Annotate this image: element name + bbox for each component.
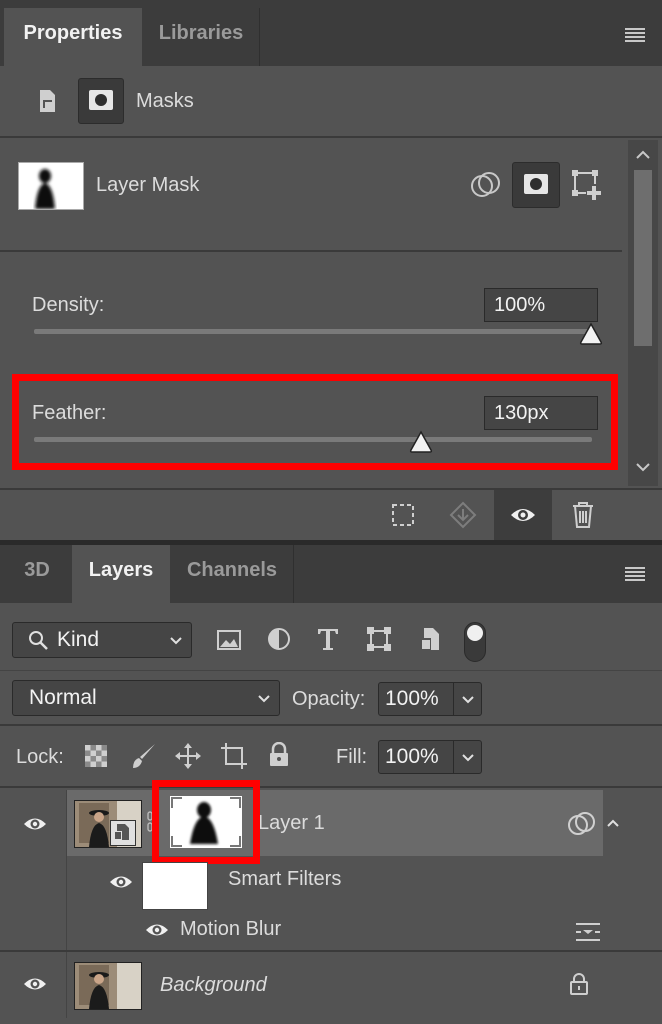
visibility-cell bbox=[0, 790, 67, 856]
opacity-value: 100% bbox=[385, 687, 439, 710]
smart-filter-options-icon[interactable] bbox=[566, 810, 598, 838]
fill-value: 100% bbox=[385, 745, 439, 768]
adjustment-filter-icon[interactable] bbox=[266, 626, 292, 652]
chevron-down-icon bbox=[169, 636, 183, 646]
lock-icon bbox=[568, 972, 590, 996]
pixel-mask-button[interactable] bbox=[512, 162, 560, 208]
load-selection-icon[interactable] bbox=[390, 502, 416, 528]
pixel-mask-icon[interactable] bbox=[36, 88, 60, 114]
smart-filter-mask-thumbnail[interactable] bbox=[142, 862, 208, 910]
layer-mask-row: Layer Mask bbox=[0, 138, 622, 252]
mask-thumbnail bbox=[18, 162, 84, 210]
properties-scrollbar[interactable] bbox=[628, 140, 658, 486]
layer-name[interactable]: Layer 1 bbox=[258, 812, 325, 835]
layer-row-motion-blur[interactable]: Motion Blur bbox=[0, 906, 662, 950]
panel-menu-icon[interactable] bbox=[622, 26, 648, 44]
density-label: Density: bbox=[32, 294, 105, 316]
layer-mask-icon[interactable] bbox=[78, 78, 124, 124]
opacity-label: Opacity: bbox=[292, 688, 366, 710]
kind-label: Kind bbox=[57, 628, 100, 651]
tab-3d[interactable]: 3D bbox=[4, 545, 70, 603]
visibility-icon[interactable] bbox=[144, 920, 170, 940]
type-filter-icon[interactable] bbox=[316, 626, 340, 652]
fill-label: Fill: bbox=[336, 746, 368, 768]
image-filter-icon[interactable] bbox=[216, 628, 242, 652]
toggle-knob bbox=[467, 625, 483, 641]
layers-tab-bar: 3D Layers Channels bbox=[0, 545, 662, 603]
fill-input[interactable]: 100% bbox=[378, 740, 482, 774]
background-layer-name[interactable]: Background bbox=[160, 974, 267, 997]
apply-mask-icon[interactable] bbox=[448, 500, 478, 530]
density-slider-track[interactable] bbox=[34, 329, 592, 334]
density-input[interactable]: 100% bbox=[484, 288, 598, 322]
blend-mode-dropdown[interactable]: Normal bbox=[12, 680, 280, 716]
collapse-chevron-icon[interactable] bbox=[606, 818, 620, 828]
masks-label: Masks bbox=[136, 90, 194, 112]
masks-header-row: Masks bbox=[0, 66, 662, 138]
input-divider bbox=[453, 741, 454, 773]
tab-libraries[interactable]: Libraries bbox=[143, 8, 259, 66]
opacity-input[interactable]: 100% bbox=[378, 682, 482, 716]
layer-row-background[interactable]: Background bbox=[0, 952, 662, 1018]
disable-mask-button[interactable] bbox=[494, 490, 552, 542]
chevron-down-icon[interactable] bbox=[461, 695, 475, 705]
refine-edge-icon[interactable] bbox=[468, 170, 502, 200]
search-icon bbox=[27, 629, 49, 651]
tab-divider bbox=[259, 8, 260, 66]
tab-properties[interactable]: Properties bbox=[4, 8, 142, 66]
layer-row-smart-filters[interactable]: Smart Filters bbox=[0, 856, 662, 956]
tab-channels[interactable]: Channels bbox=[172, 545, 292, 603]
lock-pixels-icon[interactable] bbox=[130, 742, 158, 770]
vector-mask-add-icon[interactable] bbox=[570, 168, 604, 202]
lock-position-icon[interactable] bbox=[174, 742, 202, 770]
layer-row-layer-1[interactable]: Layer 1 bbox=[0, 790, 662, 856]
scroll-up-icon[interactable] bbox=[635, 150, 651, 160]
lock-transparent-icon[interactable] bbox=[84, 744, 108, 768]
lock-artboard-icon[interactable] bbox=[220, 742, 248, 770]
layers-menu-icon[interactable] bbox=[622, 565, 648, 583]
visibility-icon[interactable] bbox=[108, 872, 134, 892]
density-slider-handle[interactable] bbox=[578, 322, 604, 346]
visibility-icon[interactable] bbox=[22, 974, 48, 994]
input-divider bbox=[453, 683, 454, 715]
properties-bottom-toolbar bbox=[0, 488, 662, 542]
properties-tab-bar: Properties Libraries bbox=[0, 0, 662, 66]
filter-toggle-switch[interactable] bbox=[464, 622, 486, 662]
feather-highlight-box bbox=[12, 374, 618, 470]
lock-label: Lock: bbox=[16, 746, 64, 768]
blend-mode-value: Normal bbox=[29, 686, 97, 709]
trash-icon[interactable] bbox=[570, 500, 596, 530]
layer-mask-label: Layer Mask bbox=[96, 174, 200, 196]
blending-options-icon[interactable] bbox=[574, 920, 602, 944]
scroll-down-icon[interactable] bbox=[635, 462, 651, 472]
mask-highlight-box bbox=[152, 780, 260, 864]
lock-all-icon[interactable] bbox=[268, 742, 290, 768]
tab-divider bbox=[293, 545, 294, 603]
motion-blur-label: Motion Blur bbox=[180, 918, 282, 940]
chevron-down-icon[interactable] bbox=[461, 753, 475, 763]
smart-object-filter-icon[interactable] bbox=[418, 626, 442, 652]
tab-layers[interactable]: Layers bbox=[72, 545, 170, 603]
visibility-cell bbox=[0, 952, 67, 1018]
chevron-down-icon bbox=[257, 694, 271, 704]
divider bbox=[0, 786, 662, 788]
shape-filter-icon[interactable] bbox=[366, 626, 392, 652]
visibility-icon bbox=[509, 504, 537, 526]
smart-object-badge-icon bbox=[110, 820, 136, 846]
background-thumbnail bbox=[74, 962, 142, 1010]
scroll-thumb[interactable] bbox=[634, 170, 652, 346]
smart-filters-label: Smart Filters bbox=[228, 868, 342, 890]
kind-filter-dropdown[interactable]: Kind bbox=[12, 622, 192, 658]
visibility-icon[interactable] bbox=[22, 814, 48, 834]
